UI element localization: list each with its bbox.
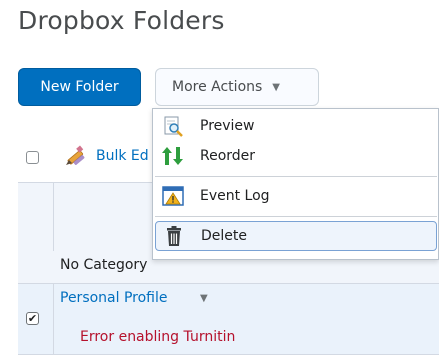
chevron-down-icon: ▼ <box>272 81 280 93</box>
chevron-down-icon[interactable]: ▼ <box>200 293 208 304</box>
error-message: Error enabling Turnitin <box>80 329 236 345</box>
menu-item-label: Reorder <box>200 148 256 164</box>
more-actions-label: More Actions <box>172 79 263 95</box>
menu-item-preview[interactable]: Preview <box>155 111 437 141</box>
pencil-icon[interactable] <box>64 144 88 168</box>
column-divider <box>53 284 54 354</box>
menu-item-label: Preview <box>200 118 255 134</box>
menu-item-reorder[interactable]: Reorder <box>155 141 437 171</box>
column-divider <box>53 183 54 251</box>
warning-log-icon <box>162 186 184 206</box>
table-row: ✔ Personal Profile ▼ Error enabling Turn… <box>18 284 439 355</box>
folder-name-link[interactable]: Personal Profile <box>60 290 168 306</box>
reorder-arrows-icon <box>162 147 183 165</box>
page-title: Dropbox Folders <box>18 6 225 35</box>
new-folder-button[interactable]: New Folder <box>18 68 141 106</box>
magnifier-page-icon <box>164 116 183 137</box>
menu-item-event-log[interactable]: Event Log <box>155 181 437 211</box>
menu-item-delete[interactable]: Delete <box>155 221 437 251</box>
menu-item-label: Event Log <box>200 188 270 204</box>
category-label: No Category <box>60 257 148 273</box>
more-actions-button[interactable]: More Actions ▼ <box>155 68 319 106</box>
menu-separator <box>155 176 437 177</box>
select-all-checkbox[interactable] <box>26 151 39 164</box>
trash-icon <box>167 226 181 246</box>
menu-separator <box>155 216 437 217</box>
row-checkbox[interactable]: ✔ <box>26 312 39 325</box>
more-actions-menu: Preview Reorder Event Log Delete <box>152 108 439 260</box>
menu-item-label: Delete <box>201 228 247 244</box>
